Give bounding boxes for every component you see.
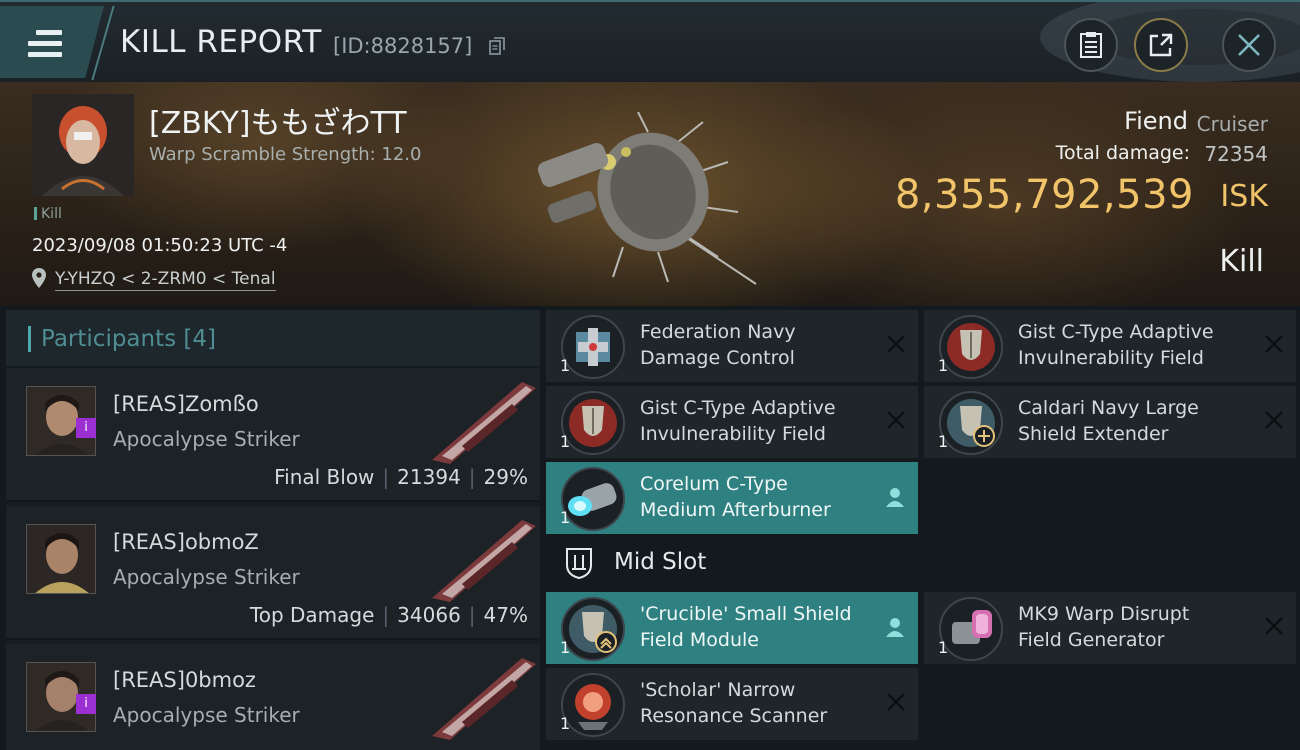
participant-badge-icon: i (76, 418, 96, 438)
hamburger-icon (28, 30, 62, 58)
participant-row[interactable]: i [REAS]Zomßo Apocalypse Striker Final B… (6, 368, 540, 502)
page-title: KILL REPORT (120, 24, 322, 60)
module-card[interactable]: 1 'Scholar' Narrow Resonance Scanner (546, 668, 918, 740)
total-damage-value: 72354 (1204, 142, 1268, 166)
destroyed-icon (887, 693, 905, 711)
module-card[interactable]: 1 Federation Navy Damage Control (546, 310, 918, 382)
participant-name[interactable]: [REAS]0bmoz (113, 668, 256, 692)
module-card[interactable]: 1 MK9 Warp Disrupt Field Generator (924, 592, 1296, 664)
module-quantity: 1 (938, 638, 949, 657)
participant-ship: Apocalypse Striker (113, 703, 300, 727)
participants-panel: Participants [4] i [REAS]Zomßo Apocalyps… (6, 310, 540, 750)
destroyed-icon (887, 411, 905, 429)
isk-unit: ISK (1220, 179, 1268, 214)
participant-badge-icon: i (76, 694, 96, 714)
kill-status: Kill (1219, 244, 1264, 279)
destroyed-icon (1265, 411, 1283, 429)
victim-ship-image (537, 112, 757, 285)
kill-tag: Kill (34, 206, 62, 222)
close-button[interactable] (1222, 18, 1276, 72)
module-quantity: 1 (560, 508, 571, 527)
kill-report-id: [ID:8828157] (333, 34, 473, 58)
report-button[interactable] (1064, 18, 1118, 72)
participant-stats: Final Blow | 21394 | 29% (274, 465, 528, 489)
warp-scramble-strength: Warp Scramble Strength: 12.0 (149, 144, 422, 165)
module-card[interactable]: 1 'Crucible' Small Shield Field Module (546, 592, 918, 664)
participant-ship-image (432, 382, 536, 464)
participant-stats: Top Damage | 34066 | 47% (249, 603, 528, 627)
destroyed-icon (887, 335, 905, 353)
participants-title: Participants [4] (41, 326, 217, 352)
module-name: 'Crucible' Small Shield Field Module (640, 603, 852, 651)
victim-portrait[interactable] (32, 94, 134, 196)
mid-slot-icon (566, 548, 592, 579)
participant-row[interactable]: i [REAS]0bmoz Apocalypse Striker (6, 644, 540, 750)
location-pin-icon (32, 268, 46, 288)
kill-datetime: 2023/09/08 01:50:23 UTC -4 (32, 235, 288, 256)
destroyed-icon (1265, 335, 1283, 353)
participant-name[interactable]: [REAS]Zomßo (113, 392, 259, 416)
kill-location-link[interactable]: Y-YHZQ < 2-ZRM0 < Tenal (55, 269, 276, 291)
module-quantity: 1 (560, 432, 571, 451)
module-quantity: 1 (938, 356, 949, 375)
module-quantity: 1 (560, 714, 571, 733)
module-name: MK9 Warp Disrupt Field Generator (1018, 603, 1190, 651)
total-damage-label: Total damage: (1055, 142, 1190, 164)
module-card[interactable]: 1 Caldari Navy Large Shield Extender (924, 386, 1296, 458)
participant-avatar (26, 524, 96, 594)
module-quantity: 1 (560, 638, 571, 657)
share-button[interactable] (1134, 18, 1188, 72)
share-icon (1149, 33, 1173, 57)
close-icon (1238, 34, 1260, 56)
module-quantity: 1 (560, 356, 571, 375)
dropped-person-icon (886, 488, 904, 507)
module-card[interactable]: 1 Gist C-Type Adaptive Invulnerability F… (924, 310, 1296, 382)
module-name: Gist C-Type Adaptive Invulnerability Fie… (640, 397, 836, 445)
victim-ship-class: Cruiser (1196, 112, 1268, 136)
clipboard-icon (1080, 32, 1102, 58)
participant-name[interactable]: [REAS]obmoZ (113, 530, 259, 554)
module-name: Gist C-Type Adaptive Invulnerability Fie… (1018, 321, 1214, 369)
participant-ship: Apocalypse Striker (113, 565, 300, 589)
module-card[interactable]: 1 Gist C-Type Adaptive Invulnerability F… (546, 386, 918, 458)
participant-ship: Apocalypse Striker (113, 427, 300, 451)
module-name: Federation Navy Damage Control (640, 321, 796, 369)
participant-ship-image (432, 658, 536, 740)
module-name: Caldari Navy Large Shield Extender (1018, 397, 1199, 445)
destroyed-icon (1265, 617, 1283, 635)
dropped-person-icon (886, 618, 904, 637)
copy-icon[interactable] (489, 37, 505, 55)
mid-slot-label: Mid Slot (614, 549, 707, 575)
module-quantity: 1 (938, 432, 949, 451)
participant-ship-image (432, 520, 536, 602)
mid-slot-header: Mid Slot (546, 538, 918, 588)
participants-header-accent (28, 326, 31, 352)
module-name: Corelum C-Type Medium Afterburner (640, 473, 831, 521)
victim-ship-name[interactable]: Fiend (1124, 107, 1188, 135)
victim-pilot-name[interactable]: [ZBKY]ももざわTT (149, 98, 407, 142)
module-card[interactable]: 1 Corelum C-Type Medium Afterburner (546, 462, 918, 534)
header-bar: KILL REPORT [ID:8828157] (0, 0, 1300, 82)
victim-avatar-image (32, 94, 134, 196)
victim-banner: [ZBKY]ももざわTT Warp Scramble Strength: 12.… (0, 82, 1300, 306)
participant-row[interactable]: [REAS]obmoZ Apocalypse Striker Top Damag… (6, 506, 540, 640)
participants-header: Participants [4] (6, 310, 540, 366)
module-name: 'Scholar' Narrow Resonance Scanner (640, 679, 828, 727)
isk-value: 8,355,792,539 (894, 172, 1194, 218)
